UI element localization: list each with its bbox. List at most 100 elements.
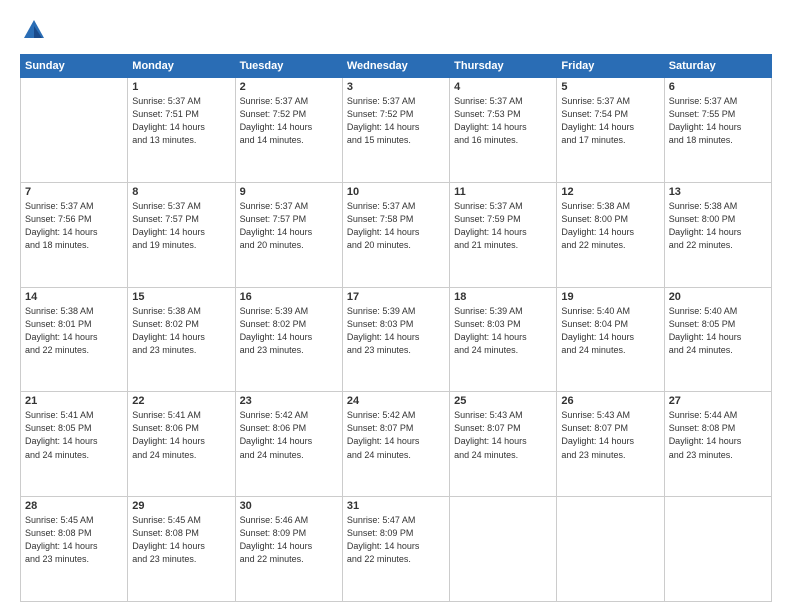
day-number: 15 (132, 291, 230, 303)
calendar-cell: 30 Sunrise: 5:46 AM Sunset: 8:09 PM Dayli… (235, 497, 342, 602)
calendar-cell: 29Sunrise: 5:45 AM Sunset: 8:08 PM Dayli… (128, 497, 235, 602)
calendar-cell: 24Sunrise: 5:42 AM Sunset: 8:07 PM Dayli… (342, 392, 449, 497)
day-info: Sunrise: 5:44 AM Sunset: 8:08 PM Dayligh… (669, 409, 767, 461)
day-number: 9 (240, 186, 338, 198)
day-info: Sunrise: 5:40 AM Sunset: 8:05 PM Dayligh… (669, 305, 767, 357)
day-info: Sunrise: 5:37 AM Sunset: 7:51 PM Dayligh… (132, 95, 230, 147)
day-info: Sunrise: 5:37 AM Sunset: 7:55 PM Dayligh… (669, 95, 767, 147)
calendar-cell: 5 Sunrise: 5:37 AM Sunset: 7:54 PM Daylig… (557, 78, 664, 183)
calendar-cell (664, 497, 771, 602)
day-info: Sunrise: 5:43 AM Sunset: 8:07 PM Dayligh… (454, 409, 552, 461)
day-info: Sunrise: 5:37 AM Sunset: 7:52 PM Dayligh… (240, 95, 338, 147)
calendar-cell: 9 Sunrise: 5:37 AM Sunset: 7:57 PM Daylig… (235, 182, 342, 287)
calendar-cell: 1Sunrise: 5:37 AM Sunset: 7:51 PM Daylig… (128, 78, 235, 183)
calendar-week-row: 7Sunrise: 5:37 AM Sunset: 7:56 PM Daylig… (21, 182, 772, 287)
day-info: Sunrise: 5:38 AM Sunset: 8:00 PM Dayligh… (561, 200, 659, 252)
day-number: 30 (240, 500, 338, 512)
logo (20, 16, 52, 44)
day-number: 11 (454, 186, 552, 198)
day-number: 23 (240, 395, 338, 407)
calendar-cell (21, 78, 128, 183)
calendar-cell (557, 497, 664, 602)
calendar-week-row: 28 Sunrise: 5:45 AM Sunset: 8:08 PM Dayli… (21, 497, 772, 602)
day-info: Sunrise: 5:37 AM Sunset: 7:57 PM Dayligh… (240, 200, 338, 252)
day-number: 22 (132, 395, 230, 407)
calendar-cell: 31 Sunrise: 5:47 AM Sunset: 8:09 PM Dayli… (342, 497, 449, 602)
calendar-cell: 25 Sunrise: 5:43 AM Sunset: 8:07 PM Dayli… (450, 392, 557, 497)
calendar-week-row: 1Sunrise: 5:37 AM Sunset: 7:51 PM Daylig… (21, 78, 772, 183)
day-info: Sunrise: 5:37 AM Sunset: 7:57 PM Dayligh… (132, 200, 230, 252)
day-info: Sunrise: 5:45 AM Sunset: 8:08 PM Dayligh… (25, 514, 123, 566)
calendar-cell: 27 Sunrise: 5:44 AM Sunset: 8:08 PM Dayli… (664, 392, 771, 497)
day-number: 12 (561, 186, 659, 198)
day-number: 19 (561, 291, 659, 303)
day-number: 3 (347, 81, 445, 93)
calendar-cell: 26Sunrise: 5:43 AM Sunset: 8:07 PM Dayli… (557, 392, 664, 497)
day-info: Sunrise: 5:42 AM Sunset: 8:06 PM Dayligh… (240, 409, 338, 461)
calendar-cell: 7Sunrise: 5:37 AM Sunset: 7:56 PM Daylig… (21, 182, 128, 287)
day-number: 10 (347, 186, 445, 198)
weekday-header-tuesday: Tuesday (235, 55, 342, 78)
day-number: 13 (669, 186, 767, 198)
calendar-cell: 15 Sunrise: 5:38 AM Sunset: 8:02 PM Dayli… (128, 287, 235, 392)
weekday-header-monday: Monday (128, 55, 235, 78)
day-info: Sunrise: 5:37 AM Sunset: 7:54 PM Dayligh… (561, 95, 659, 147)
logo-icon (20, 16, 48, 44)
day-number: 31 (347, 500, 445, 512)
calendar-cell: 18 Sunrise: 5:39 AM Sunset: 8:03 PM Dayli… (450, 287, 557, 392)
weekday-header-thursday: Thursday (450, 55, 557, 78)
day-number: 6 (669, 81, 767, 93)
day-info: Sunrise: 5:46 AM Sunset: 8:09 PM Dayligh… (240, 514, 338, 566)
day-number: 4 (454, 81, 552, 93)
day-info: Sunrise: 5:39 AM Sunset: 8:03 PM Dayligh… (454, 305, 552, 357)
calendar-cell: 23 Sunrise: 5:42 AM Sunset: 8:06 PM Dayli… (235, 392, 342, 497)
day-number: 16 (240, 291, 338, 303)
day-info: Sunrise: 5:38 AM Sunset: 8:02 PM Dayligh… (132, 305, 230, 357)
day-number: 28 (25, 500, 123, 512)
day-info: Sunrise: 5:37 AM Sunset: 7:58 PM Dayligh… (347, 200, 445, 252)
day-info: Sunrise: 5:38 AM Sunset: 8:00 PM Dayligh… (669, 200, 767, 252)
day-info: Sunrise: 5:41 AM Sunset: 8:05 PM Dayligh… (25, 409, 123, 461)
calendar-cell: 20Sunrise: 5:40 AM Sunset: 8:05 PM Dayli… (664, 287, 771, 392)
calendar-cell: 10 Sunrise: 5:37 AM Sunset: 7:58 PM Dayli… (342, 182, 449, 287)
weekday-header-friday: Friday (557, 55, 664, 78)
day-number: 29 (132, 500, 230, 512)
calendar-cell: 2Sunrise: 5:37 AM Sunset: 7:52 PM Daylig… (235, 78, 342, 183)
calendar-cell: 11Sunrise: 5:37 AM Sunset: 7:59 PM Dayli… (450, 182, 557, 287)
calendar-cell: 17 Sunrise: 5:39 AM Sunset: 8:03 PM Dayli… (342, 287, 449, 392)
calendar-week-row: 14Sunrise: 5:38 AM Sunset: 8:01 PM Dayli… (21, 287, 772, 392)
calendar-cell: 6 Sunrise: 5:37 AM Sunset: 7:55 PM Daylig… (664, 78, 771, 183)
calendar-header-row: SundayMondayTuesdayWednesdayThursdayFrid… (21, 55, 772, 78)
weekday-header-sunday: Sunday (21, 55, 128, 78)
day-number: 14 (25, 291, 123, 303)
calendar-cell: 28 Sunrise: 5:45 AM Sunset: 8:08 PM Dayli… (21, 497, 128, 602)
day-info: Sunrise: 5:47 AM Sunset: 8:09 PM Dayligh… (347, 514, 445, 566)
day-info: Sunrise: 5:39 AM Sunset: 8:03 PM Dayligh… (347, 305, 445, 357)
calendar-cell: 16 Sunrise: 5:39 AM Sunset: 8:02 PM Dayli… (235, 287, 342, 392)
day-number: 21 (25, 395, 123, 407)
calendar-cell: 22 Sunrise: 5:41 AM Sunset: 8:06 PM Dayli… (128, 392, 235, 497)
calendar-cell: 14Sunrise: 5:38 AM Sunset: 8:01 PM Dayli… (21, 287, 128, 392)
day-info: Sunrise: 5:37 AM Sunset: 7:53 PM Dayligh… (454, 95, 552, 147)
day-number: 27 (669, 395, 767, 407)
page: SundayMondayTuesdayWednesdayThursdayFrid… (0, 0, 792, 612)
calendar-week-row: 21 Sunrise: 5:41 AM Sunset: 8:05 PM Dayli… (21, 392, 772, 497)
day-number: 5 (561, 81, 659, 93)
day-info: Sunrise: 5:37 AM Sunset: 7:56 PM Dayligh… (25, 200, 123, 252)
calendar-cell (450, 497, 557, 602)
calendar-cell: 19 Sunrise: 5:40 AM Sunset: 8:04 PM Dayli… (557, 287, 664, 392)
day-info: Sunrise: 5:43 AM Sunset: 8:07 PM Dayligh… (561, 409, 659, 461)
day-number: 8 (132, 186, 230, 198)
day-number: 17 (347, 291, 445, 303)
calendar-cell: 3Sunrise: 5:37 AM Sunset: 7:52 PM Daylig… (342, 78, 449, 183)
day-info: Sunrise: 5:40 AM Sunset: 8:04 PM Dayligh… (561, 305, 659, 357)
weekday-header-saturday: Saturday (664, 55, 771, 78)
header (20, 16, 772, 44)
day-info: Sunrise: 5:39 AM Sunset: 8:02 PM Dayligh… (240, 305, 338, 357)
day-number: 18 (454, 291, 552, 303)
calendar-cell: 13 Sunrise: 5:38 AM Sunset: 8:00 PM Dayli… (664, 182, 771, 287)
day-number: 25 (454, 395, 552, 407)
day-number: 24 (347, 395, 445, 407)
day-info: Sunrise: 5:41 AM Sunset: 8:06 PM Dayligh… (132, 409, 230, 461)
calendar-cell: 8 Sunrise: 5:37 AM Sunset: 7:57 PM Daylig… (128, 182, 235, 287)
